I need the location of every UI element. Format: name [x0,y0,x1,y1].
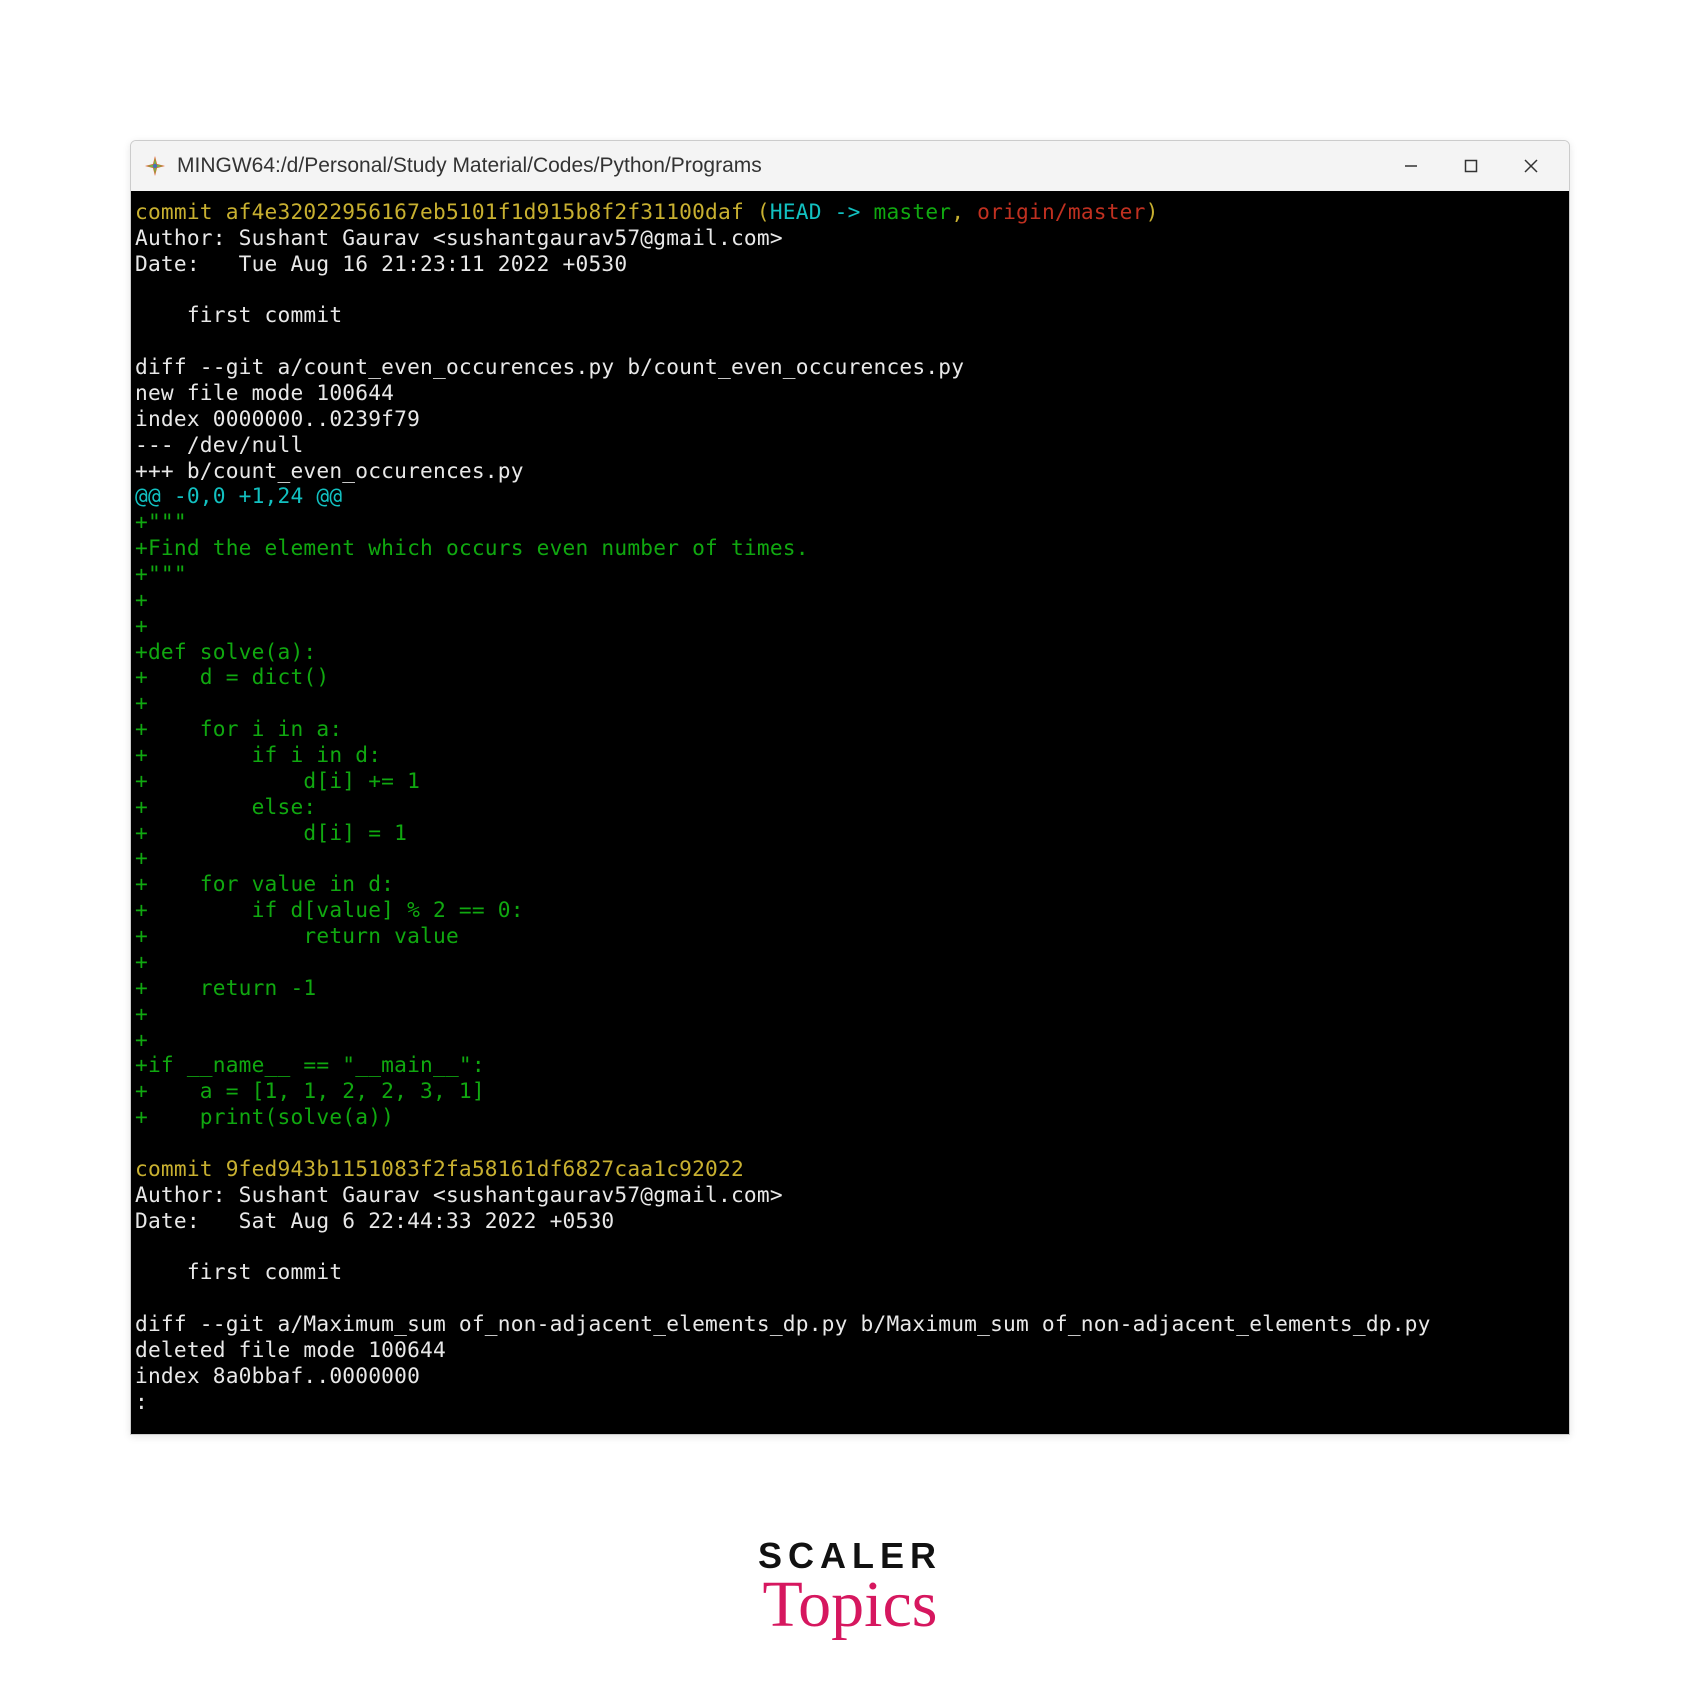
added-line: + [135,1001,148,1026]
added-line: + d = dict() [135,664,329,689]
diff-index: index 8a0bbaf..0000000 [135,1363,420,1388]
added-line: + [135,613,148,638]
terminal-body[interactable]: commit af4e32022956167eb5101f1d915b8f2f3… [131,191,1569,1434]
window-titlebar: MINGW64:/d/Personal/Study Material/Codes… [131,141,1569,191]
pager-prompt: : [135,1389,148,1414]
minimize-button[interactable] [1381,141,1441,191]
added-line: + [135,845,148,870]
commit-message: first commit [135,302,342,327]
commit-line: commit 9fed943b1151083f2fa58161df6827caa… [135,1156,744,1181]
window-title: MINGW64:/d/Personal/Study Material/Codes… [177,154,762,178]
added-line: + [135,949,148,974]
added-line: + else: [135,794,316,819]
diff-from: --- /dev/null [135,432,303,457]
added-line: + if i in d: [135,742,381,767]
diff-mode: new file mode 100644 [135,380,394,405]
added-line: + return -1 [135,975,316,1000]
added-line: + [135,1027,148,1052]
scaler-topics-logo: SCALER Topics [758,1535,942,1643]
diff-header: diff --git a/Maximum_sum of_non-adjacent… [135,1311,1431,1336]
added-line: +""" [135,509,187,534]
window-controls [1381,141,1561,191]
titlebar-left: MINGW64:/d/Personal/Study Material/Codes… [143,154,762,178]
date-line: Date: Sat Aug 6 22:44:33 2022 +0530 [135,1208,614,1233]
terminal-output: commit af4e32022956167eb5101f1d915b8f2f3… [135,199,1565,1414]
added-line: + if d[value] % 2 == 0: [135,897,524,922]
added-line: +""" [135,561,187,586]
added-line: +def solve(a): [135,639,316,664]
added-line: + print(solve(a)) [135,1104,394,1129]
added-line: + d[i] += 1 [135,768,420,793]
diff-mode: deleted file mode 100644 [135,1337,446,1362]
added-line: + return value [135,923,459,948]
commit-line: commit af4e32022956167eb5101f1d915b8f2f3… [135,199,1159,224]
diff-hunk: @@ -0,0 +1,24 @@ [135,483,342,508]
author-line: Author: Sushant Gaurav <sushantgaurav57@… [135,225,783,250]
date-line: Date: Tue Aug 16 21:23:11 2022 +0530 [135,251,627,276]
maximize-button[interactable] [1441,141,1501,191]
terminal-window: MINGW64:/d/Personal/Study Material/Codes… [130,140,1570,1435]
added-line: +Find the element which occurs even numb… [135,535,809,560]
diff-to: +++ b/count_even_occurences.py [135,458,524,483]
added-line: + [135,587,148,612]
diff-index: index 0000000..0239f79 [135,406,420,431]
author-line: Author: Sushant Gaurav <sushantgaurav57@… [135,1182,783,1207]
diff-header: diff --git a/count_even_occurences.py b/… [135,354,964,379]
close-button[interactable] [1501,141,1561,191]
added-line: + d[i] = 1 [135,820,407,845]
commit-message: first commit [135,1259,342,1284]
added-line: + for value in d: [135,871,394,896]
added-line: +if __name__ == "__main__": [135,1052,485,1077]
added-line: + [135,690,148,715]
logo-topics-text: Topics [758,1567,942,1643]
added-line: + a = [1, 1, 2, 2, 3, 1] [135,1078,485,1103]
mingw-icon [143,154,167,178]
added-line: + for i in a: [135,716,342,741]
